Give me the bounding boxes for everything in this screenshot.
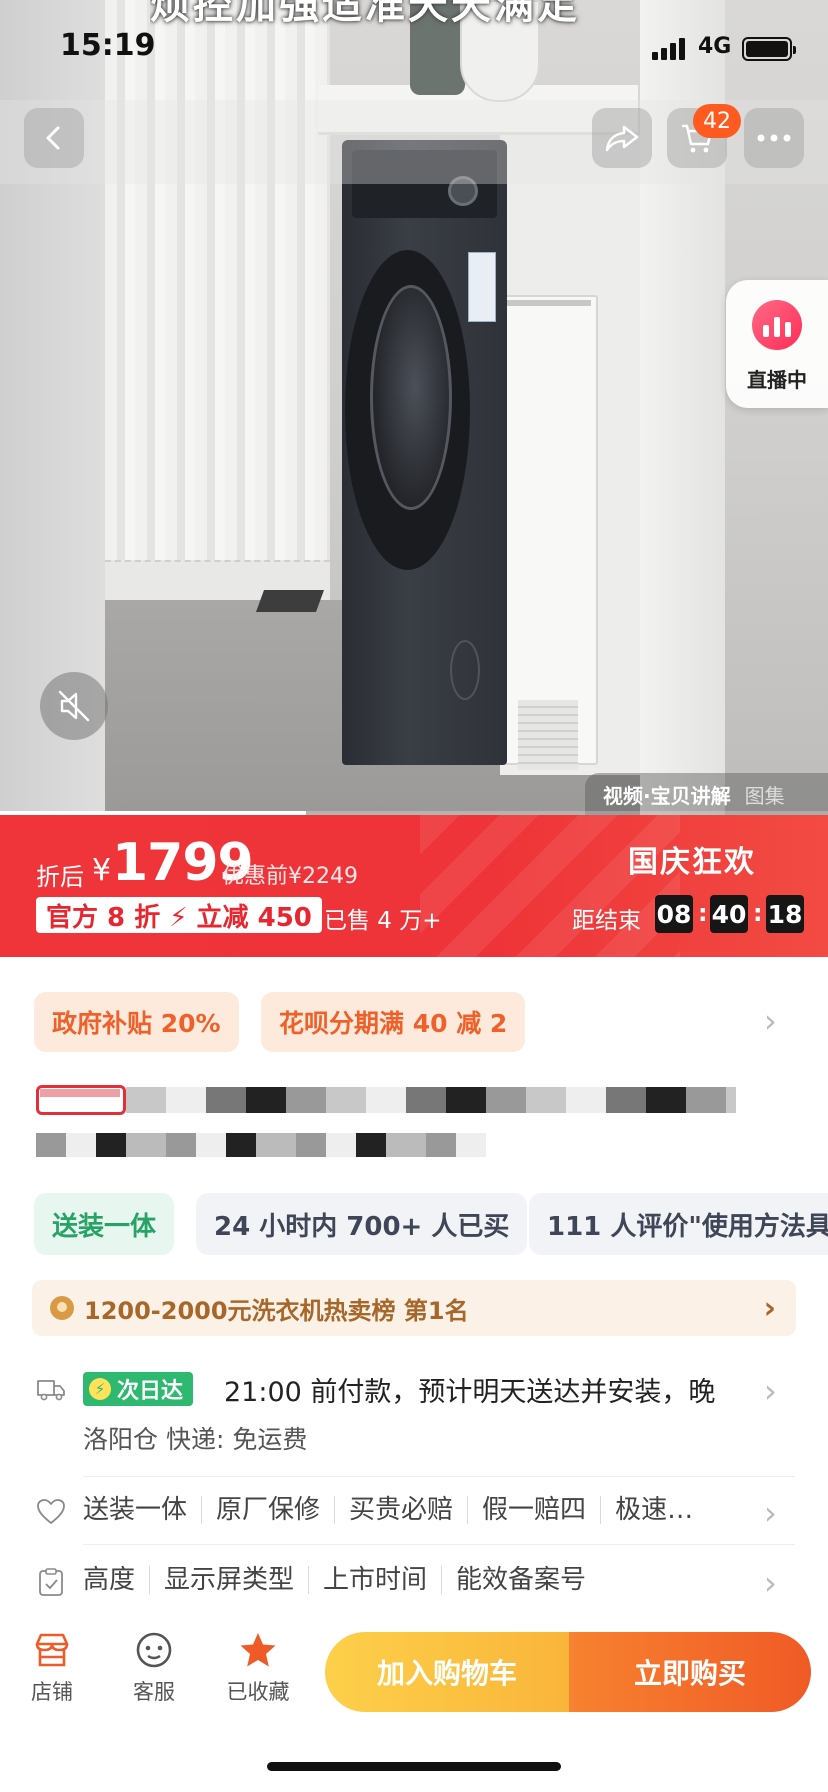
- coupon-gov-subsidy[interactable]: 政府补贴 20%: [34, 992, 239, 1052]
- service-item: 原厂保修: [201, 1496, 334, 1524]
- countdown-label: 距结束: [572, 908, 641, 934]
- status-time: 15:19: [60, 28, 156, 63]
- more-button[interactable]: [744, 108, 804, 168]
- signal-icon: [652, 38, 690, 60]
- chevron-right-icon[interactable]: ›: [764, 1494, 777, 1532]
- video-progress-fill: [0, 811, 307, 815]
- cart-count-badge: 42: [693, 104, 741, 138]
- delivery-estimate[interactable]: 21:00 前付款，预计明天送达并安装，晚: [224, 1370, 764, 1409]
- mute-button[interactable]: [40, 672, 108, 740]
- back-button[interactable]: [24, 108, 84, 168]
- param-item: 上市时间: [308, 1566, 441, 1594]
- store-label: 店铺: [31, 1680, 73, 1704]
- home-indicator[interactable]: [267, 1762, 561, 1771]
- tab-gallery[interactable]: 图集: [745, 780, 785, 809]
- tab-video[interactable]: 视频·宝贝讲解: [603, 780, 731, 809]
- back-icon: [46, 126, 60, 150]
- service-item: 假一赔四: [467, 1496, 600, 1524]
- bolt-icon: ⚡: [89, 1378, 111, 1400]
- chevron-right-icon[interactable]: ›: [764, 1002, 777, 1040]
- service-label: 客服: [133, 1680, 175, 1704]
- product-page: 烦控加强适准天天满足 15:19 4G 42 直播中 视频·宝贝讲解 图集 折后…: [0, 0, 828, 1792]
- add-to-cart-button[interactable]: 加入购物车: [325, 1632, 569, 1712]
- media-tabs: 视频·宝贝讲解 图集: [585, 773, 828, 815]
- countdown-minutes: 40: [710, 895, 748, 933]
- service-icon: [136, 1632, 172, 1668]
- service-item: 送装一体: [83, 1495, 188, 1525]
- more-icon: [757, 134, 791, 142]
- clipboard-icon: [39, 1568, 63, 1596]
- price-currency: ¥: [92, 853, 112, 888]
- price-banner: 折后 ¥ 1799 优惠前¥2249 官方 8 折 ⚡ 立减 450 已售 4 …: [0, 815, 828, 957]
- service-item: 极速…: [600, 1496, 707, 1524]
- customer-service-button[interactable]: 客服: [114, 1630, 194, 1706]
- live-icon: [752, 300, 802, 350]
- price-label: 折后: [36, 863, 84, 891]
- coupon-installment[interactable]: 花呗分期满 40 减 2: [261, 992, 526, 1052]
- live-label: 直播中: [747, 368, 807, 392]
- countdown-seconds: 18: [766, 895, 804, 933]
- ranking-text: 1200-2000元洗衣机热卖榜 第1名: [84, 1296, 469, 1325]
- delivery-warehouse: 洛阳仓 快递: 免运费: [83, 1425, 308, 1454]
- tag-reviews[interactable]: 111 人评价"使用方法具: [529, 1193, 828, 1255]
- param-item: 高度: [83, 1565, 136, 1595]
- favorite-label: 已收藏: [226, 1680, 290, 1704]
- product-title-redacted: [36, 1083, 736, 1173]
- tag-delivery-install[interactable]: 送装一体: [34, 1193, 175, 1255]
- store-icon: [35, 1633, 69, 1667]
- live-stream-entry[interactable]: 直播中: [726, 280, 828, 408]
- next-day-badge: ⚡ 次日达: [83, 1372, 194, 1406]
- medal-icon: [50, 1296, 74, 1320]
- share-icon: [605, 125, 639, 152]
- status-bar: 15:19 4G: [0, 0, 828, 100]
- heart-shield-icon: [37, 1499, 65, 1524]
- battery-icon: [742, 37, 796, 61]
- divider: [83, 1544, 795, 1545]
- tag-recent-buyers[interactable]: 24 小时内 700+ 人已买: [196, 1193, 528, 1255]
- video-progress-bar[interactable]: [0, 811, 828, 815]
- store-button[interactable]: 店铺: [12, 1630, 92, 1706]
- countdown-hours: 08: [655, 895, 693, 933]
- truck-icon: [37, 1380, 65, 1401]
- service-guarantees[interactable]: 送装一体 原厂保修 买贵必赔 假一赔四 极速…: [83, 1496, 707, 1524]
- sold-count: 已售 4 万+: [324, 908, 442, 934]
- param-item: 能效备案号: [441, 1566, 600, 1594]
- param-item: 显示屏类型: [149, 1566, 308, 1594]
- network-type: 4G: [698, 34, 732, 59]
- chevron-right-icon[interactable]: ›: [764, 1564, 777, 1602]
- discount-tag: 官方 8 折 ⚡ 立减 450: [36, 897, 322, 933]
- chevron-right-icon[interactable]: ›: [764, 1372, 777, 1410]
- buy-now-button[interactable]: 立即购买: [569, 1632, 811, 1712]
- star-icon: [240, 1633, 276, 1667]
- product-params[interactable]: 高度 显示屏类型 上市时间 能效备案号: [83, 1566, 600, 1594]
- chevron-right-icon: ›: [763, 1290, 776, 1326]
- original-price: 优惠前¥2249: [222, 864, 358, 889]
- mute-icon: [58, 690, 90, 722]
- next-day-label: 次日达: [117, 1379, 184, 1404]
- ranking-banner[interactable]: 1200-2000元洗衣机热卖榜 第1名 ›: [32, 1280, 796, 1336]
- event-title: 国庆狂欢: [628, 845, 756, 880]
- divider: [83, 1476, 795, 1477]
- service-item: 买贵必赔: [334, 1496, 467, 1524]
- favorite-button[interactable]: 已收藏: [218, 1630, 298, 1706]
- share-button[interactable]: [592, 108, 652, 168]
